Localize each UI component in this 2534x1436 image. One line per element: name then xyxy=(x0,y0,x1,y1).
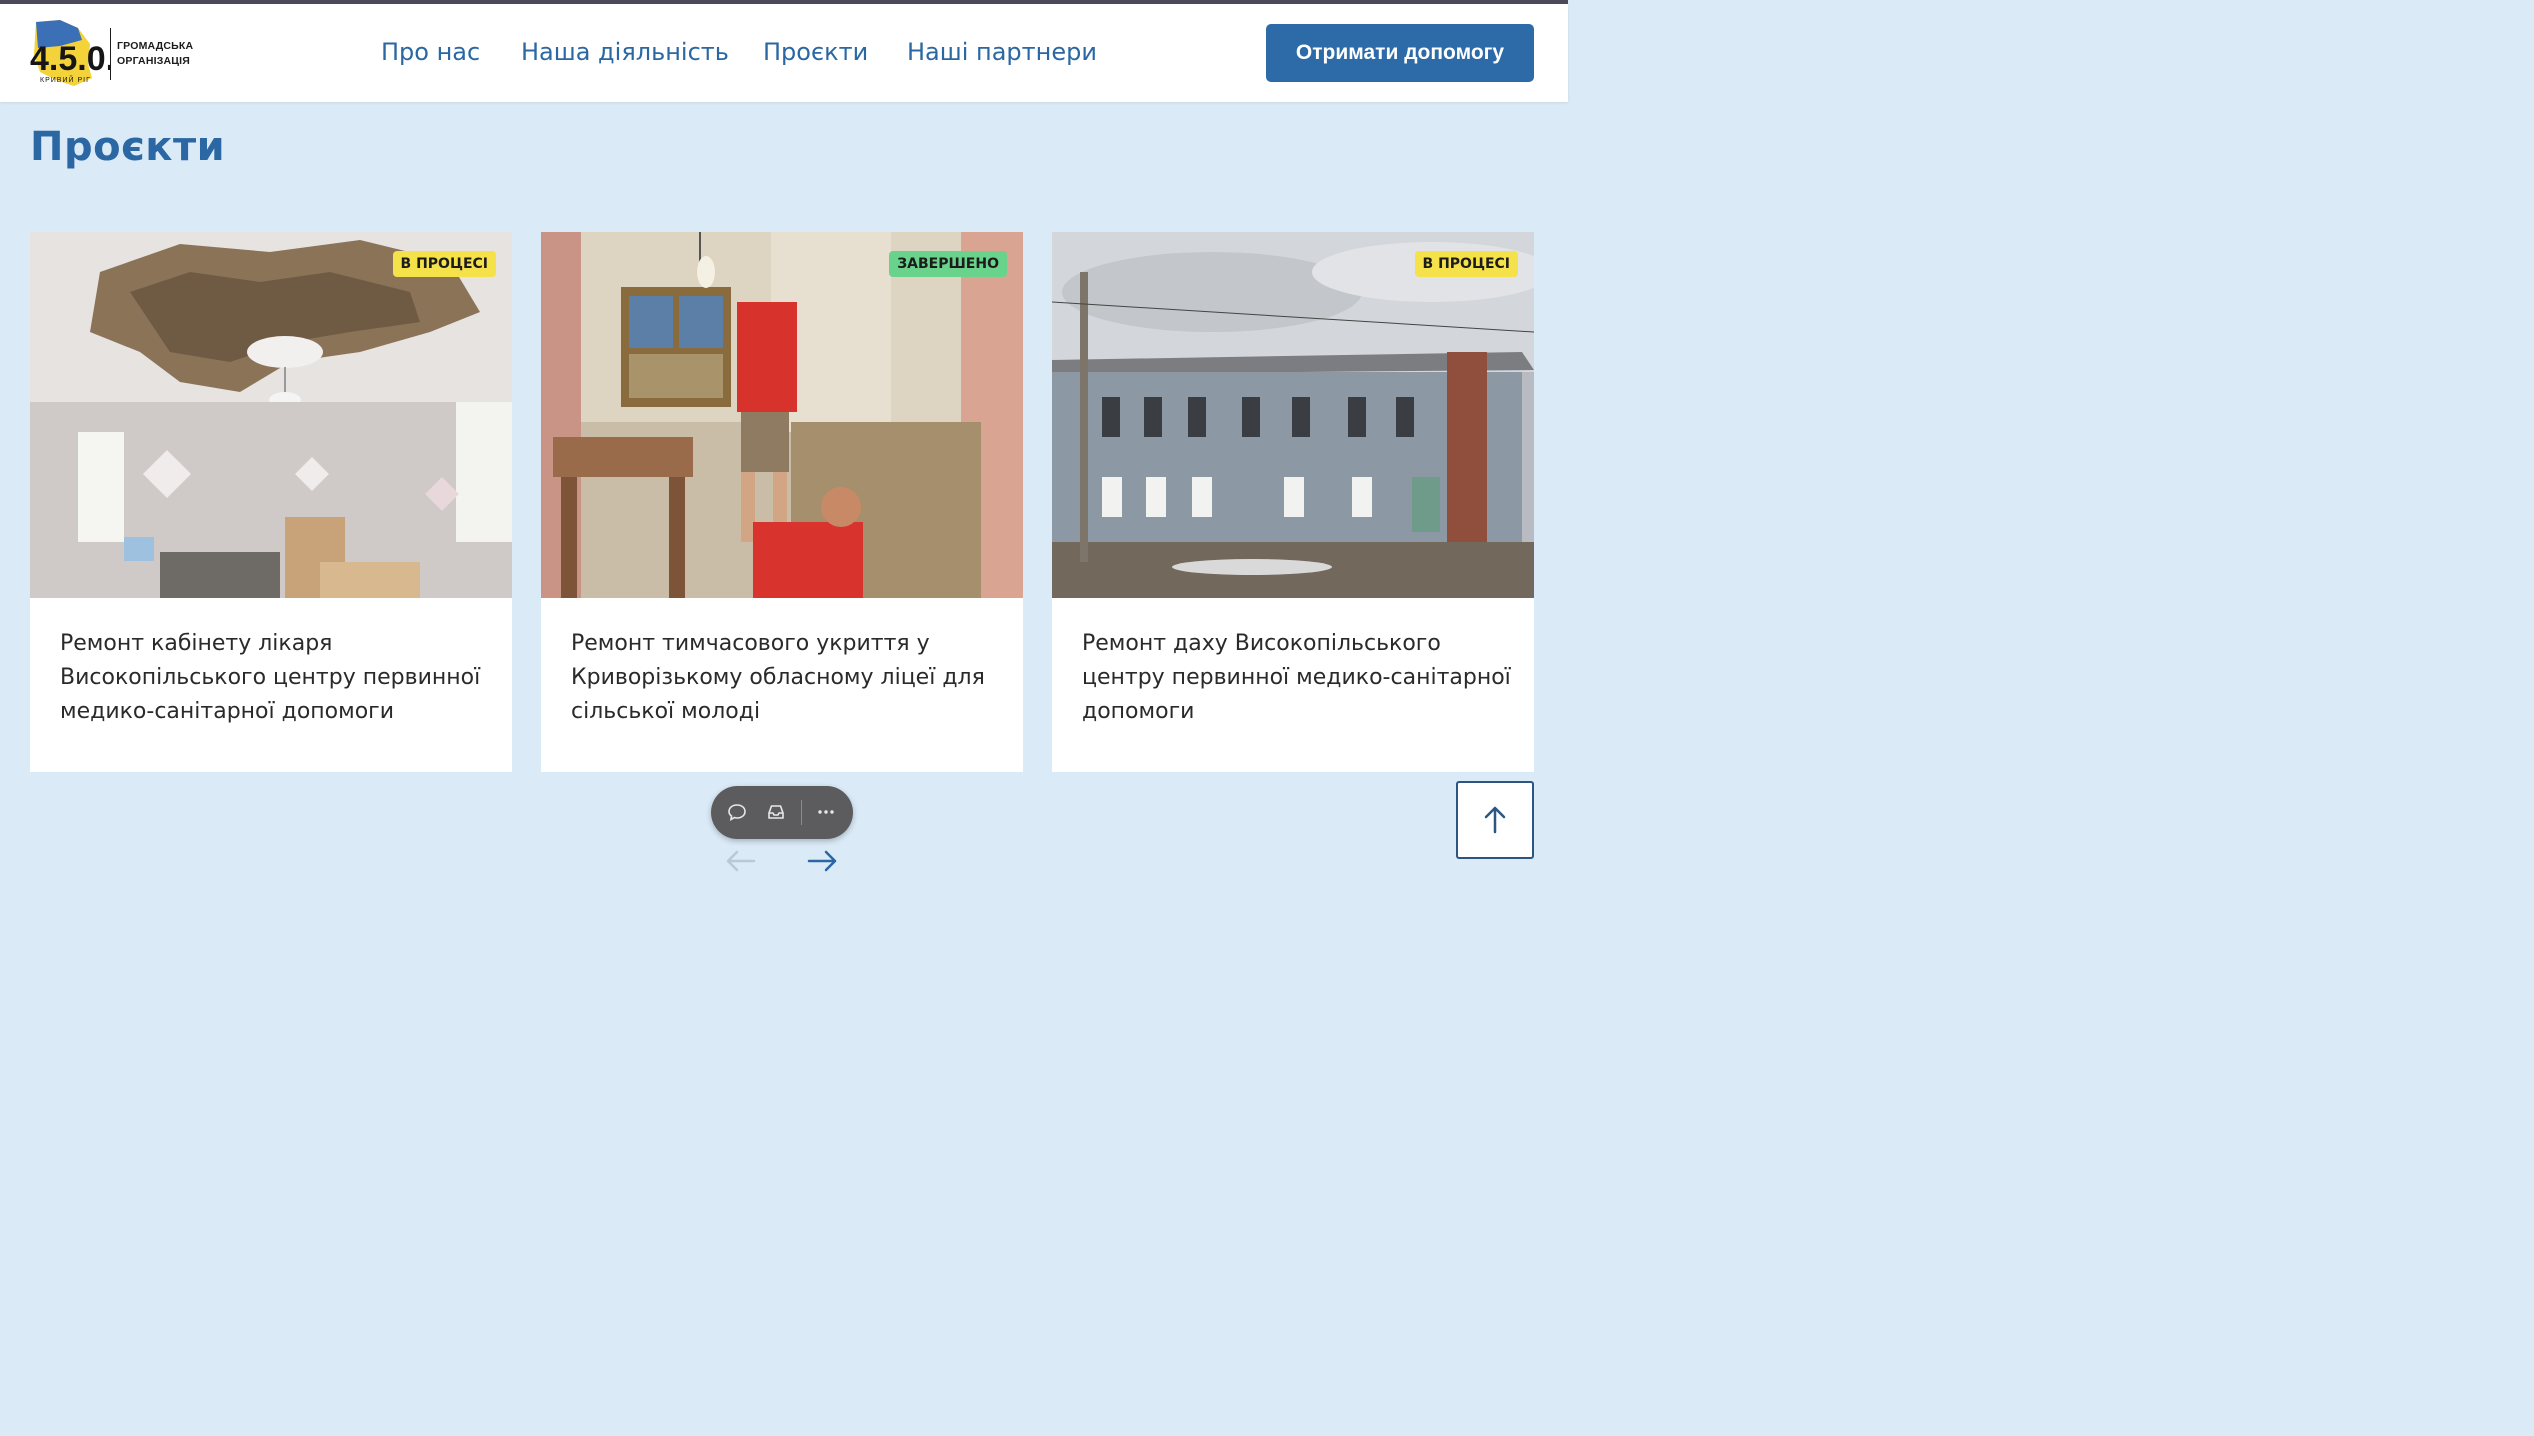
project-image xyxy=(30,232,512,598)
svg-text:КРИВИЙ РІГ: КРИВИЙ РІГ xyxy=(40,75,91,84)
nav-activity[interactable]: Наша діяльність xyxy=(521,38,729,66)
project-image xyxy=(541,232,1023,598)
status-badge: ЗАВЕРШЕНО xyxy=(889,251,1007,277)
project-title[interactable]: Ремонт даху Високопільського центру перв… xyxy=(1082,627,1512,729)
comment-icon[interactable] xyxy=(724,799,750,825)
logo[interactable]: 4.5.0. КРИВИЙ РІГ ГРОМАДСЬКА ОРГАНІЗАЦІЯ xyxy=(30,18,210,90)
project-card[interactable]: В ПРОЦЕСІ Ремонт даху Високопільського ц… xyxy=(1052,232,1534,772)
arrow-right-icon[interactable] xyxy=(805,846,841,876)
status-badge: В ПРОЦЕСІ xyxy=(392,251,496,277)
site-header: 4.5.0. КРИВИЙ РІГ ГРОМАДСЬКА ОРГАНІЗАЦІЯ… xyxy=(0,4,1568,102)
page-title: Проєкти xyxy=(30,124,226,170)
floating-toolbar xyxy=(711,786,853,839)
arrow-up-icon xyxy=(1484,806,1506,834)
svg-text:4.5.0.: 4.5.0. xyxy=(30,40,110,78)
nav-partners[interactable]: Наші партнери xyxy=(907,38,1097,66)
logo-org-line1: ГРОМАДСЬКА xyxy=(117,40,194,52)
more-icon[interactable] xyxy=(813,799,839,825)
get-help-button[interactable]: Отримати допомогу xyxy=(1266,24,1534,82)
project-title[interactable]: Ремонт тимчасового укриття у Криворізько… xyxy=(571,627,1001,729)
nav-about[interactable]: Про нас xyxy=(381,38,480,66)
project-title[interactable]: Ремонт кабінету лікаря Високопільського … xyxy=(60,627,490,729)
project-image xyxy=(1052,232,1534,598)
project-card[interactable]: В ПРОЦЕСІ Ремонт кабінету лікаря Високоп… xyxy=(30,232,512,772)
toolbar-separator xyxy=(801,800,802,825)
project-card[interactable]: ЗАВЕРШЕНО Ремонт тимчасового укриття у К… xyxy=(541,232,1023,772)
logo-text: ГРОМАДСЬКА ОРГАНІЗАЦІЯ xyxy=(117,39,217,69)
logo-org-line2: ОРГАНІЗАЦІЯ xyxy=(117,55,191,67)
inbox-icon[interactable] xyxy=(763,799,789,825)
arrow-left-icon[interactable] xyxy=(722,846,758,876)
scroll-to-top-button[interactable] xyxy=(1456,781,1534,859)
logo-mark: 4.5.0. КРИВИЙ РІГ xyxy=(30,18,115,90)
logo-divider xyxy=(110,28,111,80)
nav-projects[interactable]: Проєкти xyxy=(763,38,868,66)
status-badge: В ПРОЦЕСІ xyxy=(1414,251,1518,277)
